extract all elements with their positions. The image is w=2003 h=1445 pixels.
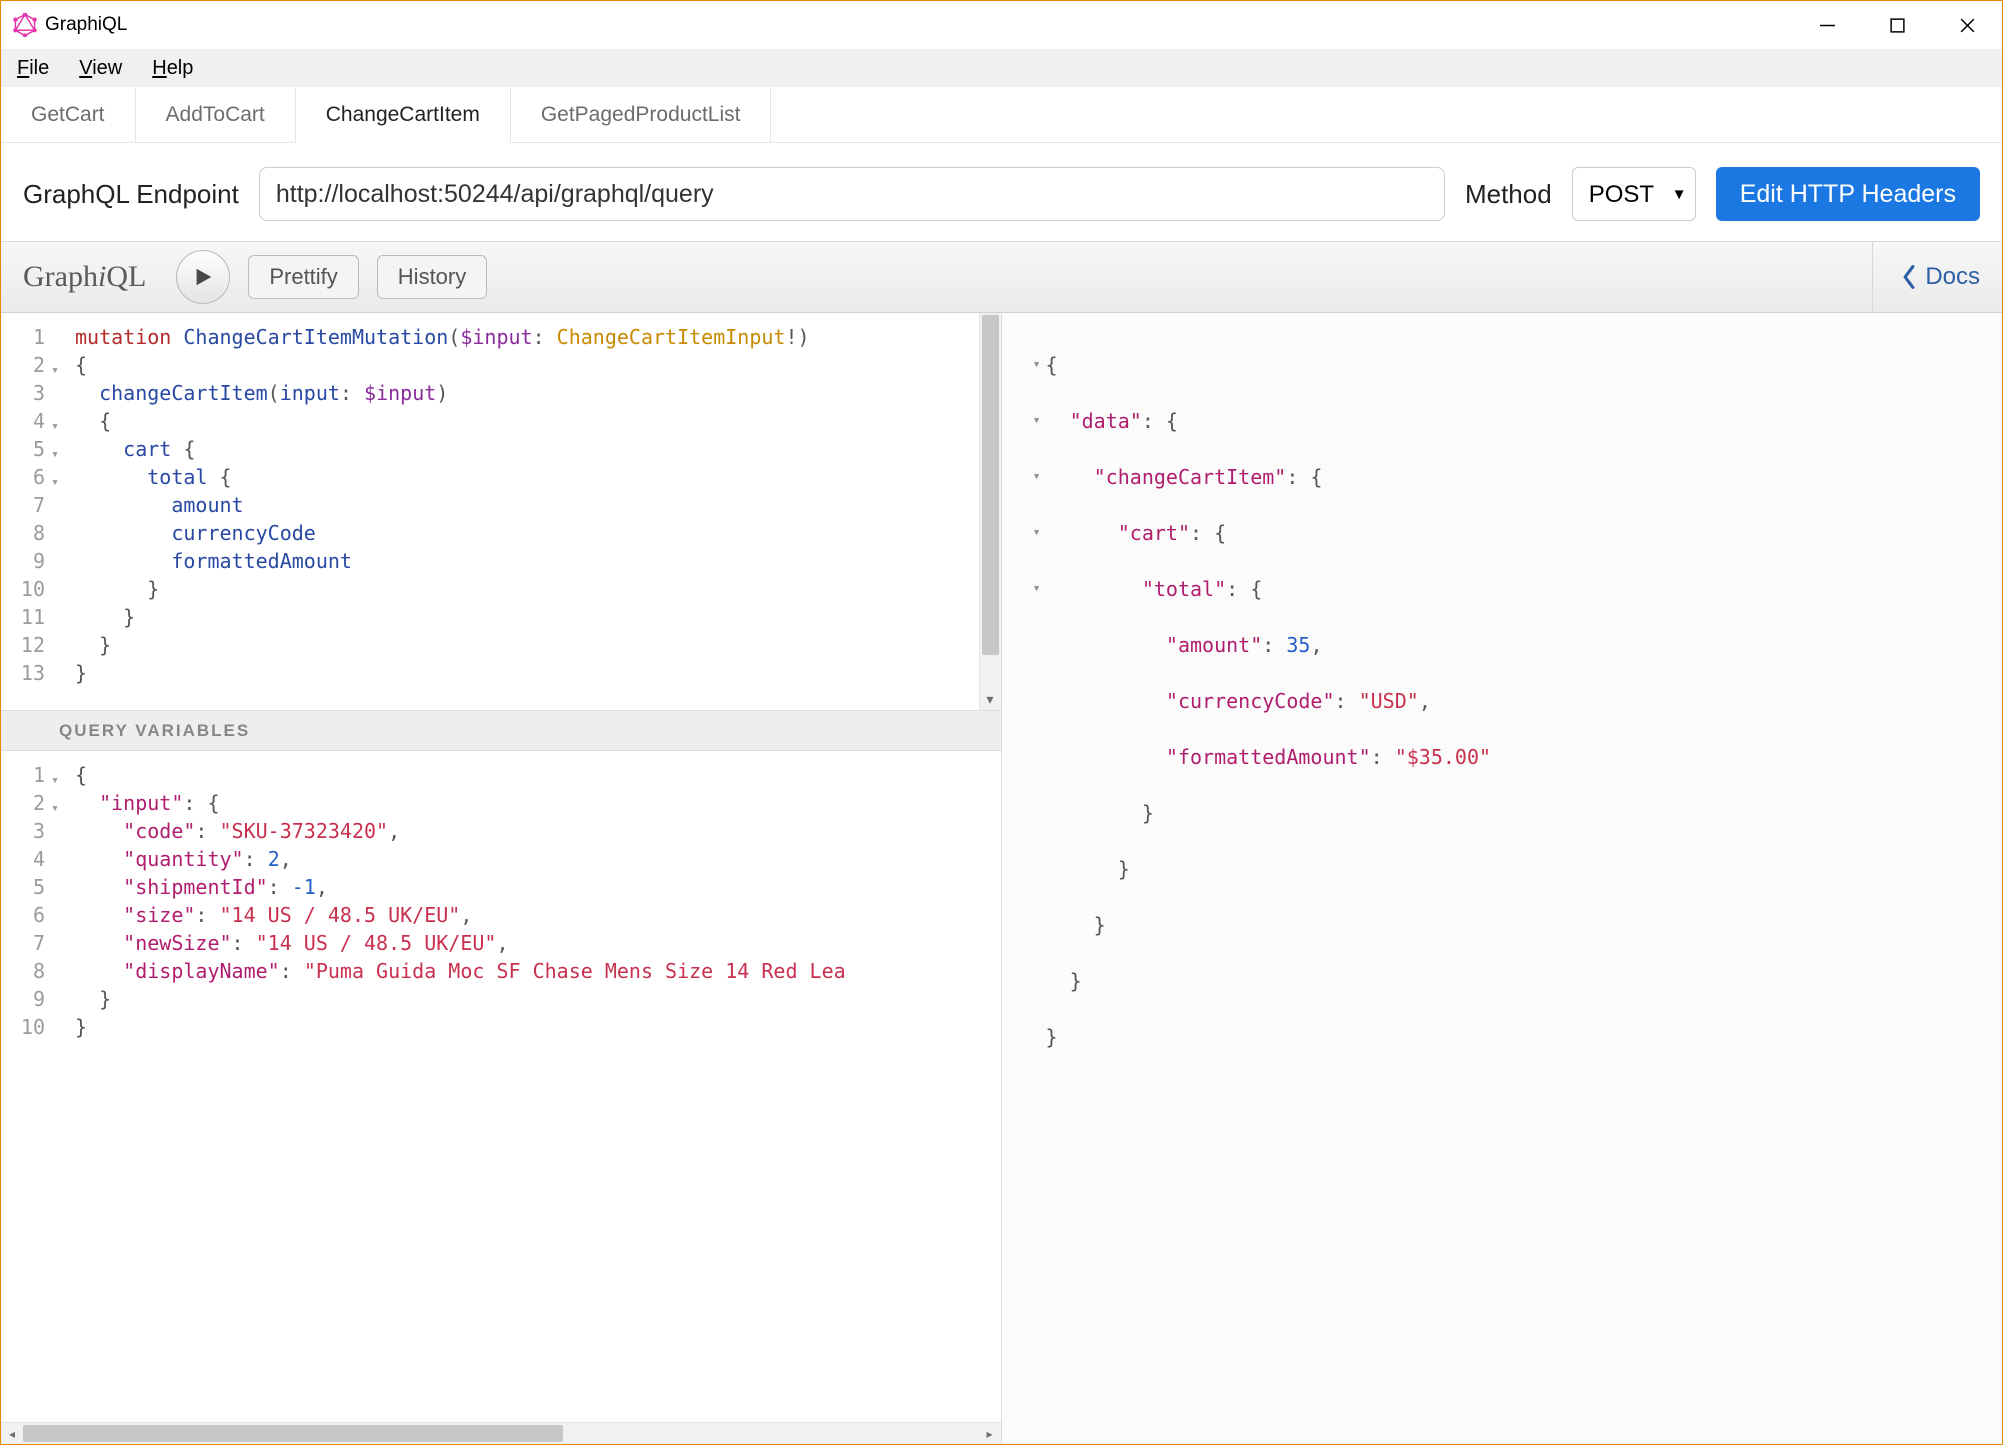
left-pane: 1 2 3 4 5 6 7 8 9 10 11 12 13 mutation C… [1, 313, 1002, 1444]
graphiql-toolbar: GraphiQL Prettify History Docs [1, 241, 2002, 313]
query-editor[interactable]: 1 2 3 4 5 6 7 8 9 10 11 12 13 mutation C… [1, 313, 1001, 711]
tab-addtocart[interactable]: AddToCart [136, 87, 296, 142]
result-pane: ▾{ ▾ "data": { ▾ "changeCartItem": { ▾ "… [1002, 313, 2003, 1444]
editor-region: 1 2 3 4 5 6 7 8 9 10 11 12 13 mutation C… [1, 313, 2002, 1444]
query-gutter: 1 2 3 4 5 6 7 8 9 10 11 12 13 [1, 313, 57, 710]
tab-getcart[interactable]: GetCart [1, 87, 136, 142]
window-titlebar: GraphiQL [1, 1, 2002, 49]
method-select[interactable]: POST [1572, 167, 1696, 221]
window-title: GraphiQL [45, 14, 127, 36]
edit-headers-button[interactable]: Edit HTTP Headers [1716, 167, 1980, 221]
tab-label: AddToCart [166, 103, 265, 127]
menubar: File View Help [1, 49, 2002, 87]
tab-label: GetCart [31, 103, 105, 127]
window-close-button[interactable] [1932, 1, 2002, 49]
tab-getpagedproductlist[interactable]: GetPagedProductList [511, 87, 772, 142]
query-variables-header[interactable]: QUERY VARIABLES [1, 711, 1001, 751]
variables-code[interactable]: { "input": { "code": "SKU-37323420", "qu… [57, 751, 1001, 1422]
menu-file[interactable]: File [11, 53, 63, 84]
history-button[interactable]: History [377, 255, 487, 299]
run-button[interactable] [176, 250, 230, 304]
result-fold-gutter [1002, 313, 1022, 1444]
variables-gutter: 1 2 3 4 5 6 7 8 9 10 [1, 751, 57, 1422]
prettify-button[interactable]: Prettify [248, 255, 358, 299]
menu-view[interactable]: View [73, 53, 136, 84]
query-vertical-scrollbar[interactable]: ▾ [979, 313, 1001, 710]
tab-label: GetPagedProductList [541, 103, 741, 127]
window-minimize-button[interactable] [1792, 1, 1862, 49]
tab-label: ChangeCartItem [326, 103, 480, 127]
docs-label: Docs [1925, 263, 1980, 291]
endpoint-label: GraphQL Endpoint [23, 179, 239, 210]
tab-changecartitem[interactable]: ChangeCartItem [296, 88, 511, 143]
result-body[interactable]: ▾{ ▾ "data": { ▾ "changeCartItem": { ▾ "… [1022, 313, 2003, 1444]
endpoint-input[interactable] [259, 167, 1445, 221]
variables-horizontal-scrollbar[interactable]: ◂ ▸ [1, 1422, 1001, 1444]
graphiql-logo: GraphiQL [23, 260, 146, 294]
tabs-row: GetCart AddToCart ChangeCartItem GetPage… [1, 87, 2002, 143]
docs-toggle[interactable]: Docs [1872, 242, 1980, 312]
endpoint-bar: GraphQL Endpoint Method POST Edit HTTP H… [1, 143, 2002, 241]
graphql-icon [13, 13, 37, 37]
menu-help[interactable]: Help [146, 53, 207, 84]
query-code[interactable]: mutation ChangeCartItemMutation($input: … [57, 313, 1001, 710]
variables-editor[interactable]: 1 2 3 4 5 6 7 8 9 10 { "input": { "code"… [1, 751, 1001, 1444]
method-label: Method [1465, 179, 1552, 210]
window-maximize-button[interactable] [1862, 1, 1932, 49]
